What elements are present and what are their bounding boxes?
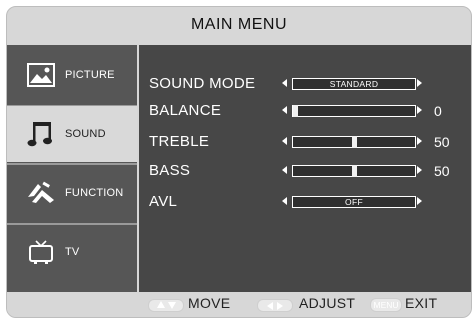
- arrow-left-icon[interactable]: [282, 106, 287, 114]
- menu-title: MAIN MENU: [190, 16, 288, 33]
- music-note-icon: [21, 117, 61, 151]
- balance-label: BALANCE: [149, 102, 222, 119]
- balance-value: 0: [434, 103, 442, 119]
- avl-label: AVL: [149, 193, 178, 210]
- menu-key-icon: MENU: [370, 298, 402, 312]
- sound-mode-select[interactable]: STANDARD: [292, 78, 416, 90]
- arrow-right-icon[interactable]: [417, 79, 422, 87]
- sound-mode-row[interactable]: SOUND MODE STANDARD: [149, 73, 469, 95]
- arrow-left-icon[interactable]: [282, 166, 287, 174]
- up-down-keys-icon: [148, 299, 184, 312]
- adjust-hint: ADJUST: [299, 295, 356, 311]
- bass-label: BASS: [149, 162, 191, 179]
- balance-slider-knob[interactable]: [293, 105, 298, 117]
- treble-value: 50: [434, 134, 450, 150]
- sound-mode-value: STANDARD: [329, 79, 379, 89]
- sidebar-item-label: SOUND: [65, 128, 106, 140]
- tv-icon: [21, 235, 61, 269]
- main-menu-window: MAIN MENU PICTURE SOUND FUNCTION TV SOUN…: [6, 6, 472, 318]
- arrow-right-icon[interactable]: [417, 197, 422, 205]
- avl-value: OFF: [345, 197, 363, 207]
- footer-hints: MOVE ADJUST MENU EXIT: [7, 292, 471, 317]
- sidebar-item-label: PICTURE: [65, 69, 115, 81]
- arrow-right-icon[interactable]: [417, 166, 422, 174]
- sidebar-item-function[interactable]: FUNCTION: [7, 165, 137, 221]
- sound-settings-panel: SOUND MODE STANDARD BALANCE 0 TREBLE 50: [139, 45, 471, 292]
- arrow-right-icon[interactable]: [417, 106, 422, 114]
- arrow-left-icon[interactable]: [282, 197, 287, 205]
- sidebar-item-label: TV: [65, 246, 80, 258]
- picture-icon: [21, 58, 61, 92]
- function-icon: [21, 176, 61, 210]
- arrow-left-icon[interactable]: [282, 137, 287, 145]
- sidebar-item-sound[interactable]: SOUND: [7, 106, 137, 162]
- exit-hint: EXIT: [405, 295, 438, 311]
- sidebar-item-label: FUNCTION: [65, 187, 124, 199]
- sound-mode-label: SOUND MODE: [149, 75, 256, 92]
- bass-slider-knob[interactable]: [352, 165, 357, 177]
- avl-row[interactable]: AVL OFF: [149, 191, 469, 213]
- treble-row[interactable]: TREBLE 50: [149, 131, 469, 153]
- avl-select[interactable]: OFF: [292, 196, 416, 208]
- left-right-keys-icon: [257, 299, 293, 312]
- sidebar-item-picture[interactable]: PICTURE: [7, 47, 137, 103]
- bass-row[interactable]: BASS 50: [149, 160, 469, 182]
- balance-row[interactable]: BALANCE 0: [149, 100, 469, 122]
- treble-slider-knob[interactable]: [352, 136, 357, 148]
- sidebar: PICTURE SOUND FUNCTION TV: [7, 45, 137, 292]
- arrow-left-icon[interactable]: [282, 79, 287, 87]
- arrow-right-icon[interactable]: [417, 137, 422, 145]
- sidebar-item-tv[interactable]: TV: [7, 224, 137, 280]
- treble-slider[interactable]: [292, 136, 416, 148]
- move-hint: MOVE: [188, 295, 231, 311]
- bass-value: 50: [434, 163, 450, 179]
- bass-slider[interactable]: [292, 165, 416, 177]
- treble-label: TREBLE: [149, 133, 210, 150]
- balance-slider[interactable]: [292, 105, 416, 117]
